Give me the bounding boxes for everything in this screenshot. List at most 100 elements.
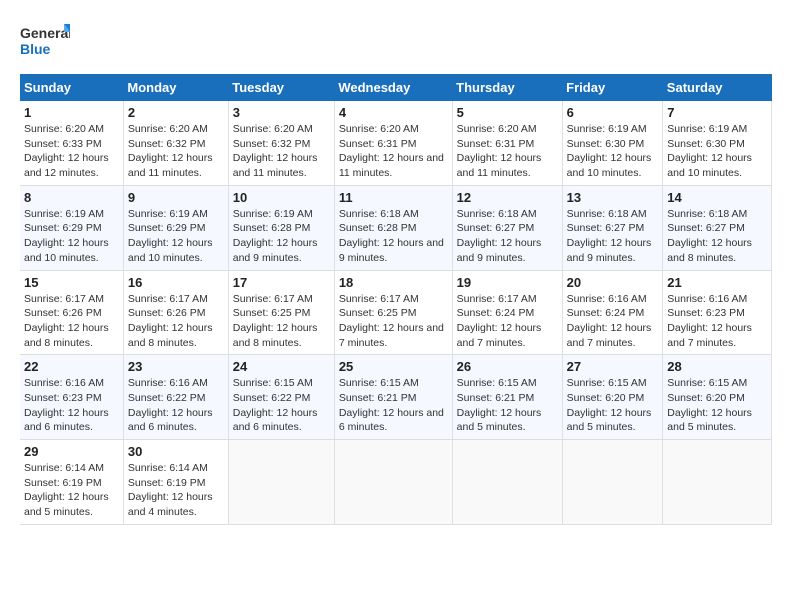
cell-info: Sunrise: 6:19 AM Sunset: 6:30 PM Dayligh…	[567, 122, 659, 181]
calendar-cell	[334, 440, 452, 525]
cell-info: Sunrise: 6:15 AM Sunset: 6:22 PM Dayligh…	[233, 376, 330, 435]
calendar-cell: 13 Sunrise: 6:18 AM Sunset: 6:27 PM Dayl…	[562, 185, 663, 270]
cell-info: Sunrise: 6:20 AM Sunset: 6:31 PM Dayligh…	[457, 122, 558, 181]
day-number: 8	[24, 190, 119, 205]
calendar-week-row: 15 Sunrise: 6:17 AM Sunset: 6:26 PM Dayl…	[20, 270, 772, 355]
calendar-cell: 18 Sunrise: 6:17 AM Sunset: 6:25 PM Dayl…	[334, 270, 452, 355]
cell-info: Sunrise: 6:15 AM Sunset: 6:21 PM Dayligh…	[339, 376, 448, 435]
cell-info: Sunrise: 6:14 AM Sunset: 6:19 PM Dayligh…	[128, 461, 224, 520]
day-number: 13	[567, 190, 659, 205]
calendar-week-row: 29 Sunrise: 6:14 AM Sunset: 6:19 PM Dayl…	[20, 440, 772, 525]
cell-info: Sunrise: 6:18 AM Sunset: 6:27 PM Dayligh…	[457, 207, 558, 266]
day-number: 29	[24, 444, 119, 459]
cell-info: Sunrise: 6:17 AM Sunset: 6:26 PM Dayligh…	[128, 292, 224, 351]
calendar-week-row: 8 Sunrise: 6:19 AM Sunset: 6:29 PM Dayli…	[20, 185, 772, 270]
cell-info: Sunrise: 6:16 AM Sunset: 6:22 PM Dayligh…	[128, 376, 224, 435]
calendar-cell: 28 Sunrise: 6:15 AM Sunset: 6:20 PM Dayl…	[663, 355, 772, 440]
cell-info: Sunrise: 6:19 AM Sunset: 6:29 PM Dayligh…	[128, 207, 224, 266]
calendar-header-row: SundayMondayTuesdayWednesdayThursdayFrid…	[20, 74, 772, 101]
logo-blue: Blue	[20, 41, 51, 57]
calendar-cell: 11 Sunrise: 6:18 AM Sunset: 6:28 PM Dayl…	[334, 185, 452, 270]
cell-info: Sunrise: 6:15 AM Sunset: 6:20 PM Dayligh…	[567, 376, 659, 435]
day-number: 14	[667, 190, 767, 205]
calendar-week-row: 22 Sunrise: 6:16 AM Sunset: 6:23 PM Dayl…	[20, 355, 772, 440]
day-number: 17	[233, 275, 330, 290]
day-number: 9	[128, 190, 224, 205]
calendar-cell: 30 Sunrise: 6:14 AM Sunset: 6:19 PM Dayl…	[123, 440, 228, 525]
calendar-cell: 21 Sunrise: 6:16 AM Sunset: 6:23 PM Dayl…	[663, 270, 772, 355]
day-number: 2	[128, 105, 224, 120]
calendar-cell: 6 Sunrise: 6:19 AM Sunset: 6:30 PM Dayli…	[562, 101, 663, 185]
cell-info: Sunrise: 6:15 AM Sunset: 6:20 PM Dayligh…	[667, 376, 767, 435]
calendar-cell	[663, 440, 772, 525]
calendar-cell: 27 Sunrise: 6:15 AM Sunset: 6:20 PM Dayl…	[562, 355, 663, 440]
cell-info: Sunrise: 6:16 AM Sunset: 6:23 PM Dayligh…	[24, 376, 119, 435]
day-number: 20	[567, 275, 659, 290]
calendar-cell: 2 Sunrise: 6:20 AM Sunset: 6:32 PM Dayli…	[123, 101, 228, 185]
header-sunday: Sunday	[20, 74, 123, 101]
day-number: 6	[567, 105, 659, 120]
logo-graphic: General Blue	[20, 20, 70, 64]
day-number: 3	[233, 105, 330, 120]
calendar-cell: 22 Sunrise: 6:16 AM Sunset: 6:23 PM Dayl…	[20, 355, 123, 440]
calendar-cell: 3 Sunrise: 6:20 AM Sunset: 6:32 PM Dayli…	[228, 101, 334, 185]
day-number: 21	[667, 275, 767, 290]
day-number: 16	[128, 275, 224, 290]
header-wednesday: Wednesday	[334, 74, 452, 101]
day-number: 27	[567, 359, 659, 374]
cell-info: Sunrise: 6:18 AM Sunset: 6:27 PM Dayligh…	[667, 207, 767, 266]
calendar-cell: 23 Sunrise: 6:16 AM Sunset: 6:22 PM Dayl…	[123, 355, 228, 440]
day-number: 10	[233, 190, 330, 205]
calendar-cell	[562, 440, 663, 525]
header-friday: Friday	[562, 74, 663, 101]
logo-general: General	[20, 25, 70, 41]
day-number: 26	[457, 359, 558, 374]
cell-info: Sunrise: 6:17 AM Sunset: 6:25 PM Dayligh…	[233, 292, 330, 351]
calendar-cell: 14 Sunrise: 6:18 AM Sunset: 6:27 PM Dayl…	[663, 185, 772, 270]
cell-info: Sunrise: 6:20 AM Sunset: 6:32 PM Dayligh…	[128, 122, 224, 181]
day-number: 30	[128, 444, 224, 459]
header-thursday: Thursday	[452, 74, 562, 101]
day-number: 24	[233, 359, 330, 374]
logo: General Blue	[20, 20, 70, 64]
header: General Blue	[20, 20, 772, 64]
calendar-cell: 9 Sunrise: 6:19 AM Sunset: 6:29 PM Dayli…	[123, 185, 228, 270]
calendar-cell	[452, 440, 562, 525]
cell-info: Sunrise: 6:16 AM Sunset: 6:24 PM Dayligh…	[567, 292, 659, 351]
calendar-table: SundayMondayTuesdayWednesdayThursdayFrid…	[20, 74, 772, 525]
cell-info: Sunrise: 6:18 AM Sunset: 6:28 PM Dayligh…	[339, 207, 448, 266]
day-number: 22	[24, 359, 119, 374]
logo-container: General Blue	[20, 20, 70, 64]
day-number: 18	[339, 275, 448, 290]
cell-info: Sunrise: 6:18 AM Sunset: 6:27 PM Dayligh…	[567, 207, 659, 266]
cell-info: Sunrise: 6:19 AM Sunset: 6:30 PM Dayligh…	[667, 122, 767, 181]
calendar-cell: 8 Sunrise: 6:19 AM Sunset: 6:29 PM Dayli…	[20, 185, 123, 270]
cell-info: Sunrise: 6:17 AM Sunset: 6:24 PM Dayligh…	[457, 292, 558, 351]
cell-info: Sunrise: 6:20 AM Sunset: 6:32 PM Dayligh…	[233, 122, 330, 181]
calendar-cell: 15 Sunrise: 6:17 AM Sunset: 6:26 PM Dayl…	[20, 270, 123, 355]
cell-info: Sunrise: 6:19 AM Sunset: 6:28 PM Dayligh…	[233, 207, 330, 266]
header-monday: Monday	[123, 74, 228, 101]
calendar-cell: 7 Sunrise: 6:19 AM Sunset: 6:30 PM Dayli…	[663, 101, 772, 185]
calendar-cell: 4 Sunrise: 6:20 AM Sunset: 6:31 PM Dayli…	[334, 101, 452, 185]
calendar-cell: 29 Sunrise: 6:14 AM Sunset: 6:19 PM Dayl…	[20, 440, 123, 525]
day-number: 19	[457, 275, 558, 290]
calendar-cell: 1 Sunrise: 6:20 AM Sunset: 6:33 PM Dayli…	[20, 101, 123, 185]
cell-info: Sunrise: 6:14 AM Sunset: 6:19 PM Dayligh…	[24, 461, 119, 520]
calendar-cell: 16 Sunrise: 6:17 AM Sunset: 6:26 PM Dayl…	[123, 270, 228, 355]
header-tuesday: Tuesday	[228, 74, 334, 101]
calendar-cell: 24 Sunrise: 6:15 AM Sunset: 6:22 PM Dayl…	[228, 355, 334, 440]
day-number: 28	[667, 359, 767, 374]
cell-info: Sunrise: 6:15 AM Sunset: 6:21 PM Dayligh…	[457, 376, 558, 435]
calendar-cell: 5 Sunrise: 6:20 AM Sunset: 6:31 PM Dayli…	[452, 101, 562, 185]
calendar-cell: 10 Sunrise: 6:19 AM Sunset: 6:28 PM Dayl…	[228, 185, 334, 270]
day-number: 7	[667, 105, 767, 120]
cell-info: Sunrise: 6:19 AM Sunset: 6:29 PM Dayligh…	[24, 207, 119, 266]
day-number: 15	[24, 275, 119, 290]
day-number: 4	[339, 105, 448, 120]
day-number: 5	[457, 105, 558, 120]
calendar-cell: 17 Sunrise: 6:17 AM Sunset: 6:25 PM Dayl…	[228, 270, 334, 355]
calendar-cell: 12 Sunrise: 6:18 AM Sunset: 6:27 PM Dayl…	[452, 185, 562, 270]
cell-info: Sunrise: 6:20 AM Sunset: 6:31 PM Dayligh…	[339, 122, 448, 181]
calendar-week-row: 1 Sunrise: 6:20 AM Sunset: 6:33 PM Dayli…	[20, 101, 772, 185]
